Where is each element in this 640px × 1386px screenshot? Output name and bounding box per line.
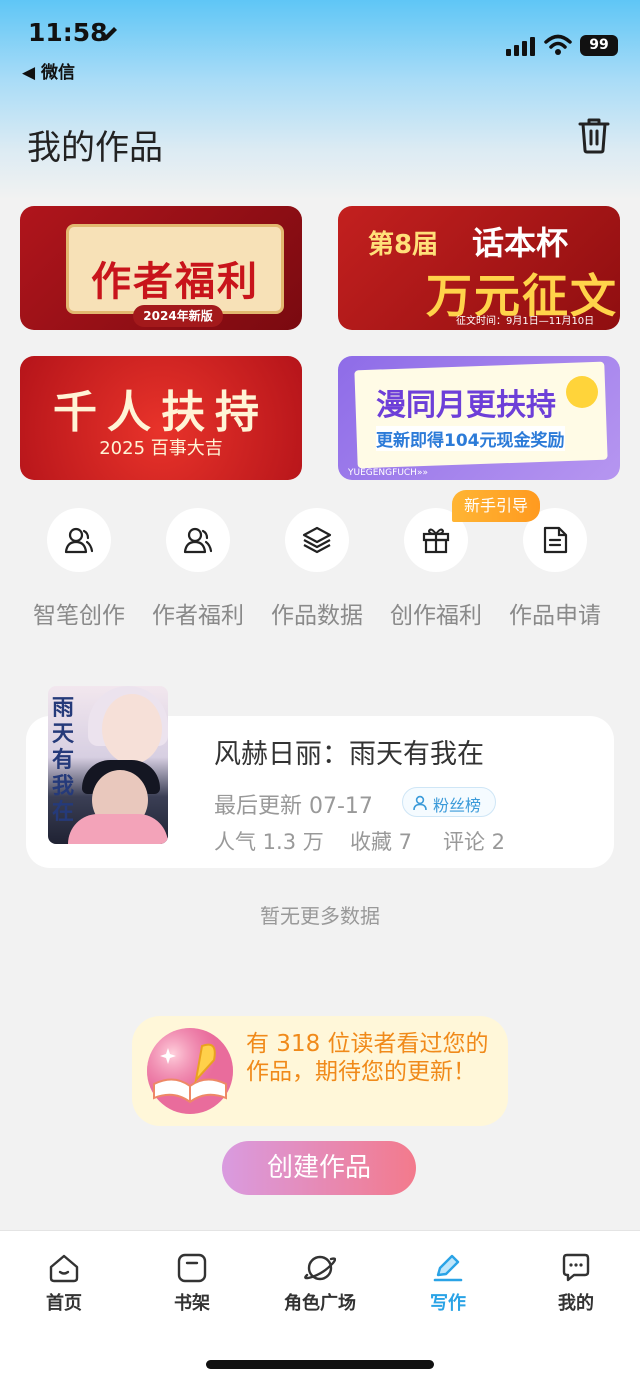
gift-icon: [422, 528, 450, 554]
cellular-signal-icon: [506, 37, 535, 56]
work-cover-image[interactable]: 雨天有我在: [48, 686, 168, 844]
tab-label: 我的: [558, 1293, 594, 1314]
pencil-icon: [103, 27, 117, 41]
banner-writing-contest[interactable]: 第8届 话本杯 万元征文 征文时间：9月1日—11月10日: [338, 206, 620, 330]
banner-scroll-decoration: 作者福利 2024年新版: [66, 224, 284, 327]
tab-bookshelf[interactable]: 书架: [128, 1253, 256, 1323]
shortcut-smart-writing[interactable]: 智笔创作: [21, 508, 137, 629]
status-time: 11:58: [28, 18, 108, 47]
work-favorites: 收藏 7: [350, 830, 413, 854]
trash-icon[interactable]: [576, 116, 612, 154]
tab-home[interactable]: 首页: [0, 1253, 128, 1323]
banner-monthly-update[interactable]: 漫同月更扶持 更新即得104元现金奖励 YUEGENGFUCH»»: [338, 356, 620, 480]
banner-footer: 征文时间：9月1日—11月10日: [456, 316, 595, 327]
work-last-update: 最后更新 07-17: [214, 794, 373, 819]
fans-badge-label: 粉丝榜: [433, 796, 482, 815]
banner-title: 话本杯: [472, 224, 569, 262]
users-icon: [183, 527, 213, 554]
banner-footer: YUEGENGFUCH»»: [348, 468, 428, 478]
fans-ranking-badge[interactable]: 粉丝榜: [402, 787, 496, 817]
battery-indicator: 99: [580, 35, 618, 56]
shortcut-label: 作者福利: [152, 603, 244, 629]
layers-icon: [302, 526, 332, 554]
banner-author-welfare[interactable]: 作者福利 2024年新版: [20, 206, 302, 330]
banner-subtitle: 2025 百事大吉: [99, 438, 223, 459]
shortcut-work-application[interactable]: 作品申请: [497, 508, 613, 629]
home-indicator: [206, 1360, 434, 1369]
smiley-icon: [566, 376, 598, 408]
banner-subtitle: 2024年新版: [133, 305, 223, 327]
new-user-guide-badge[interactable]: 新手引导: [452, 490, 540, 522]
bookshelf-icon: [177, 1253, 207, 1283]
pen-icon: [433, 1254, 463, 1282]
tab-label: 角色广场: [284, 1293, 356, 1314]
person-icon: [413, 795, 427, 811]
back-to-wechat-link[interactable]: ◀ 微信: [22, 58, 75, 83]
work-comments: 评论 2: [443, 830, 506, 854]
shortcut-label: 智笔创作: [33, 603, 125, 629]
shortcut-icon-circle: [285, 508, 349, 572]
planet-icon: [304, 1255, 336, 1281]
cover-title: 雨天有我在: [52, 696, 75, 825]
tab-label: 写作: [430, 1293, 466, 1314]
banner-thousand-support[interactable]: 千人扶持 2025 百事大吉: [20, 356, 302, 480]
shortcut-author-welfare[interactable]: 作者福利: [140, 508, 256, 629]
no-more-data-text: 暂无更多数据: [260, 904, 380, 928]
banner-title: 漫同月更扶持: [376, 388, 556, 423]
chat-bubble-icon: [562, 1253, 590, 1282]
status-bar: 11:58 ◀ 微信 99: [0, 0, 640, 90]
shortcut-label: 创作福利: [390, 603, 482, 629]
work-popularity: 人气 1.3 万: [214, 830, 324, 854]
tab-label: 书架: [174, 1293, 210, 1314]
tab-writing[interactable]: 写作: [384, 1253, 512, 1323]
tab-label: 首页: [46, 1293, 82, 1314]
shortcut-work-data[interactable]: 作品数据: [259, 508, 375, 629]
create-work-button[interactable]: 创建作品: [222, 1141, 416, 1195]
document-icon: [543, 526, 568, 554]
open-book-icon: [147, 1028, 233, 1114]
user-pen-icon: [64, 527, 94, 554]
wifi-icon: [544, 34, 572, 55]
banner-title: 千人扶持: [53, 387, 269, 438]
banner-subtitle: 更新即得104元现金奖励: [376, 426, 565, 451]
reader-tip-text: 有 318 位读者看过您的作品，期待您的更新！: [246, 1031, 489, 1085]
tab-character-plaza[interactable]: 角色广场: [256, 1253, 384, 1323]
shortcut-icon-circle: [166, 508, 230, 572]
work-title: 风赫日丽：雨天有我在: [214, 739, 484, 770]
shortcut-label: 作品申请: [509, 603, 601, 629]
tab-mine[interactable]: 我的: [512, 1253, 640, 1323]
shortcut-label: 作品数据: [271, 603, 363, 629]
page-title: 我的作品: [27, 128, 163, 168]
banner-prefix: 第8届: [368, 230, 439, 260]
shortcut-icon-circle: [47, 508, 111, 572]
shortcut-creation-welfare[interactable]: 创作福利: [378, 508, 494, 629]
home-icon: [49, 1254, 79, 1283]
banner-title: 作者福利: [91, 259, 259, 305]
